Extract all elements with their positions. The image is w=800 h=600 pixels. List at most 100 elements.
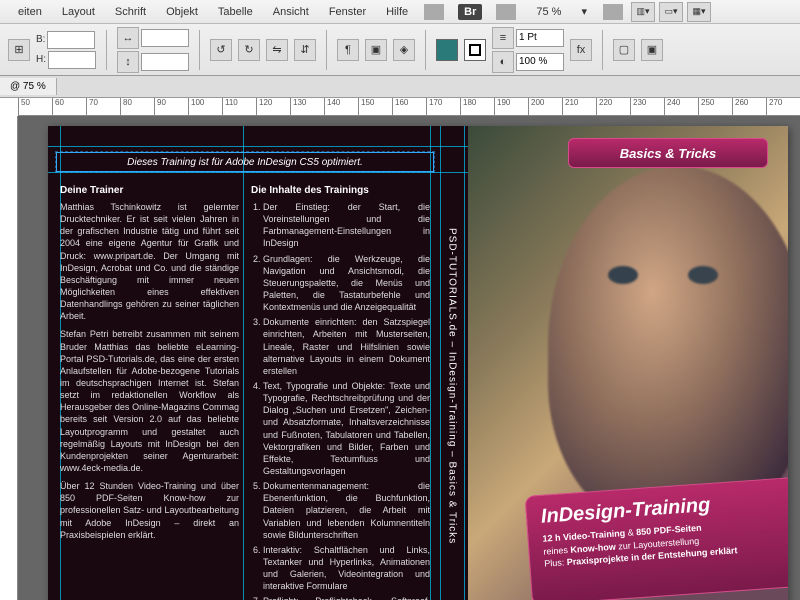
ruler-tick: 130 — [290, 98, 306, 116]
content-item: Dokumentenmanagement: die Ebenenfunktion… — [263, 480, 430, 541]
opacity-icon: ◐ — [492, 51, 514, 73]
title-badge: InDesign-Training 12 h Video-Training & … — [525, 476, 788, 600]
height-input[interactable] — [48, 51, 96, 69]
separator — [106, 30, 107, 70]
trainer-heading: Deine Trainer — [60, 184, 239, 198]
scale-x-input[interactable] — [141, 29, 189, 47]
separator — [199, 30, 200, 70]
contents-column: Die Inhalte des Trainings Der Einstieg: … — [251, 184, 430, 600]
reference-point-icon[interactable]: ⊞ — [8, 39, 30, 61]
front-cover: Basics & Tricks InDesign-Training 12 h V… — [468, 126, 788, 600]
separator — [496, 4, 516, 20]
spine: PSD-TUTORIALS.de – InDesign-Training – B… — [440, 146, 464, 600]
control-bar: ⊞ B: H: ↔ ↕ ↺ ↻ ⇋ ⇵ ¶ ▣ ◈ ≡ ◐ fx ▢ ▣ — [0, 24, 800, 76]
separator — [326, 30, 327, 70]
arrange-icon[interactable]: ▦▾ — [687, 2, 711, 22]
content-item: Preflight: Preflightcheck, Softproof, Au… — [263, 595, 430, 600]
ruler-tick: 110 — [222, 98, 238, 116]
ruler-tick: 120 — [256, 98, 272, 116]
text-wrap-none-icon[interactable]: ▢ — [613, 39, 635, 61]
content-item: Grundlagen: die Werkzeuge, die Navigatio… — [263, 253, 430, 314]
horizontal-ruler[interactable]: 5060708090100110120130140150160170180190… — [18, 98, 800, 116]
menu-item[interactable]: Layout — [52, 6, 105, 18]
screen-mode-icon[interactable]: ▭▾ — [659, 2, 683, 22]
ruler-tick: 150 — [358, 98, 374, 116]
effects-icon[interactable]: fx — [570, 39, 592, 61]
flip-h-icon[interactable]: ⇋ — [266, 39, 288, 61]
selection-frame[interactable] — [56, 152, 434, 172]
ruler-tick: 170 — [426, 98, 442, 116]
flip-v-icon[interactable]: ⇵ — [294, 39, 316, 61]
guide[interactable] — [464, 126, 465, 600]
separator — [603, 4, 623, 20]
stroke-weight-icon: ≡ — [492, 27, 514, 49]
ruler-tick: 220 — [596, 98, 612, 116]
content-item: Interaktiv: Schaltflächen und Links, Tex… — [263, 544, 430, 593]
menu-item[interactable]: Ansicht — [263, 6, 319, 18]
content-item: Text, Typografie und Objekte: Texte und … — [263, 380, 430, 477]
ruler-tick: 80 — [120, 98, 132, 116]
ruler-tick: 100 — [188, 98, 204, 116]
separator — [425, 30, 426, 70]
back-cover: Dieses Training ist für Adobe InDesign C… — [60, 156, 430, 600]
menu-item[interactable]: Fenster — [319, 6, 376, 18]
select-content-icon[interactable]: ◈ — [393, 39, 415, 61]
ruler-tick: 140 — [324, 98, 340, 116]
rotate-cw-icon[interactable]: ↻ — [238, 39, 260, 61]
content-item: Dokumente einrichten: den Satzspiegel ei… — [263, 316, 430, 377]
menu-bar: eiten Layout Schrift Objekt Tabelle Ansi… — [0, 0, 800, 24]
scale-x-icon[interactable]: ↔ — [117, 27, 139, 49]
scale-y-icon[interactable]: ↕ — [117, 51, 139, 73]
content-item: Der Einstieg: der Start, die Voreinstell… — [263, 201, 430, 250]
ruler-tick: 260 — [732, 98, 748, 116]
trainer-bio-3: Über 12 Stunden Video-Training und über … — [60, 480, 239, 541]
ruler-tick: 250 — [698, 98, 714, 116]
rotate-ccw-icon[interactable]: ↺ — [210, 39, 232, 61]
text-wrap-bbox-icon[interactable]: ▣ — [641, 39, 663, 61]
trainer-column: Deine Trainer Matthias Tschinkowitz ist … — [60, 184, 239, 600]
menu-item[interactable]: Objekt — [156, 6, 208, 18]
scale-y-input[interactable] — [141, 53, 189, 71]
separator — [424, 4, 444, 20]
document-tabs: @ 75 % — [0, 76, 800, 98]
menu-item[interactable]: Hilfe — [376, 6, 418, 18]
fill-swatch[interactable] — [436, 39, 458, 61]
ruler-tick: 190 — [494, 98, 510, 116]
bridge-button[interactable]: Br — [458, 4, 482, 20]
view-options-icon[interactable]: ▥▾ — [631, 2, 655, 22]
select-container-icon[interactable]: ▣ — [365, 39, 387, 61]
canvas[interactable]: Dieses Training ist für Adobe InDesign C… — [18, 116, 800, 600]
menu-item[interactable]: Tabelle — [208, 6, 263, 18]
ruler-tick: 230 — [630, 98, 646, 116]
document-tab[interactable]: @ 75 % — [0, 78, 57, 95]
width-input[interactable] — [47, 31, 95, 49]
opacity-input[interactable] — [516, 53, 564, 71]
vertical-ruler[interactable] — [0, 116, 18, 600]
subtitle-badge: Basics & Tricks — [568, 138, 768, 168]
guide[interactable] — [430, 126, 431, 600]
ruler-tick: 200 — [528, 98, 544, 116]
spine-text: PSD-TUTORIALS.de – InDesign-Training – B… — [447, 228, 458, 544]
ruler-tick: 70 — [86, 98, 98, 116]
ruler-tick: 50 — [18, 98, 30, 116]
ruler-tick: 90 — [154, 98, 166, 116]
separator — [602, 30, 603, 70]
stroke-weight-input[interactable] — [516, 29, 564, 47]
paragraph-icon[interactable]: ¶ — [337, 39, 359, 61]
trainer-bio-2: Stefan Petri betreibt zusammen mit seine… — [60, 328, 239, 474]
stroke-swatch[interactable] — [464, 39, 486, 61]
menu-item[interactable]: Schrift — [105, 6, 156, 18]
ruler-tick: 210 — [562, 98, 578, 116]
width-label: B: — [36, 34, 45, 45]
ruler-tick: 60 — [52, 98, 64, 116]
page-spread[interactable]: Dieses Training ist für Adobe InDesign C… — [48, 126, 788, 600]
chevron-down-icon[interactable]: ▾ — [571, 5, 597, 18]
menu-item[interactable]: eiten — [8, 6, 52, 18]
contents-heading: Die Inhalte des Trainings — [251, 184, 430, 198]
ruler-tick: 240 — [664, 98, 680, 116]
trainer-bio-1: Matthias Tschinkowitz ist gelernter Druc… — [60, 201, 239, 322]
ruler-tick: 180 — [460, 98, 476, 116]
cover-portrait — [548, 166, 788, 526]
zoom-level[interactable]: 75 % — [526, 6, 571, 18]
height-label: H: — [36, 54, 46, 65]
